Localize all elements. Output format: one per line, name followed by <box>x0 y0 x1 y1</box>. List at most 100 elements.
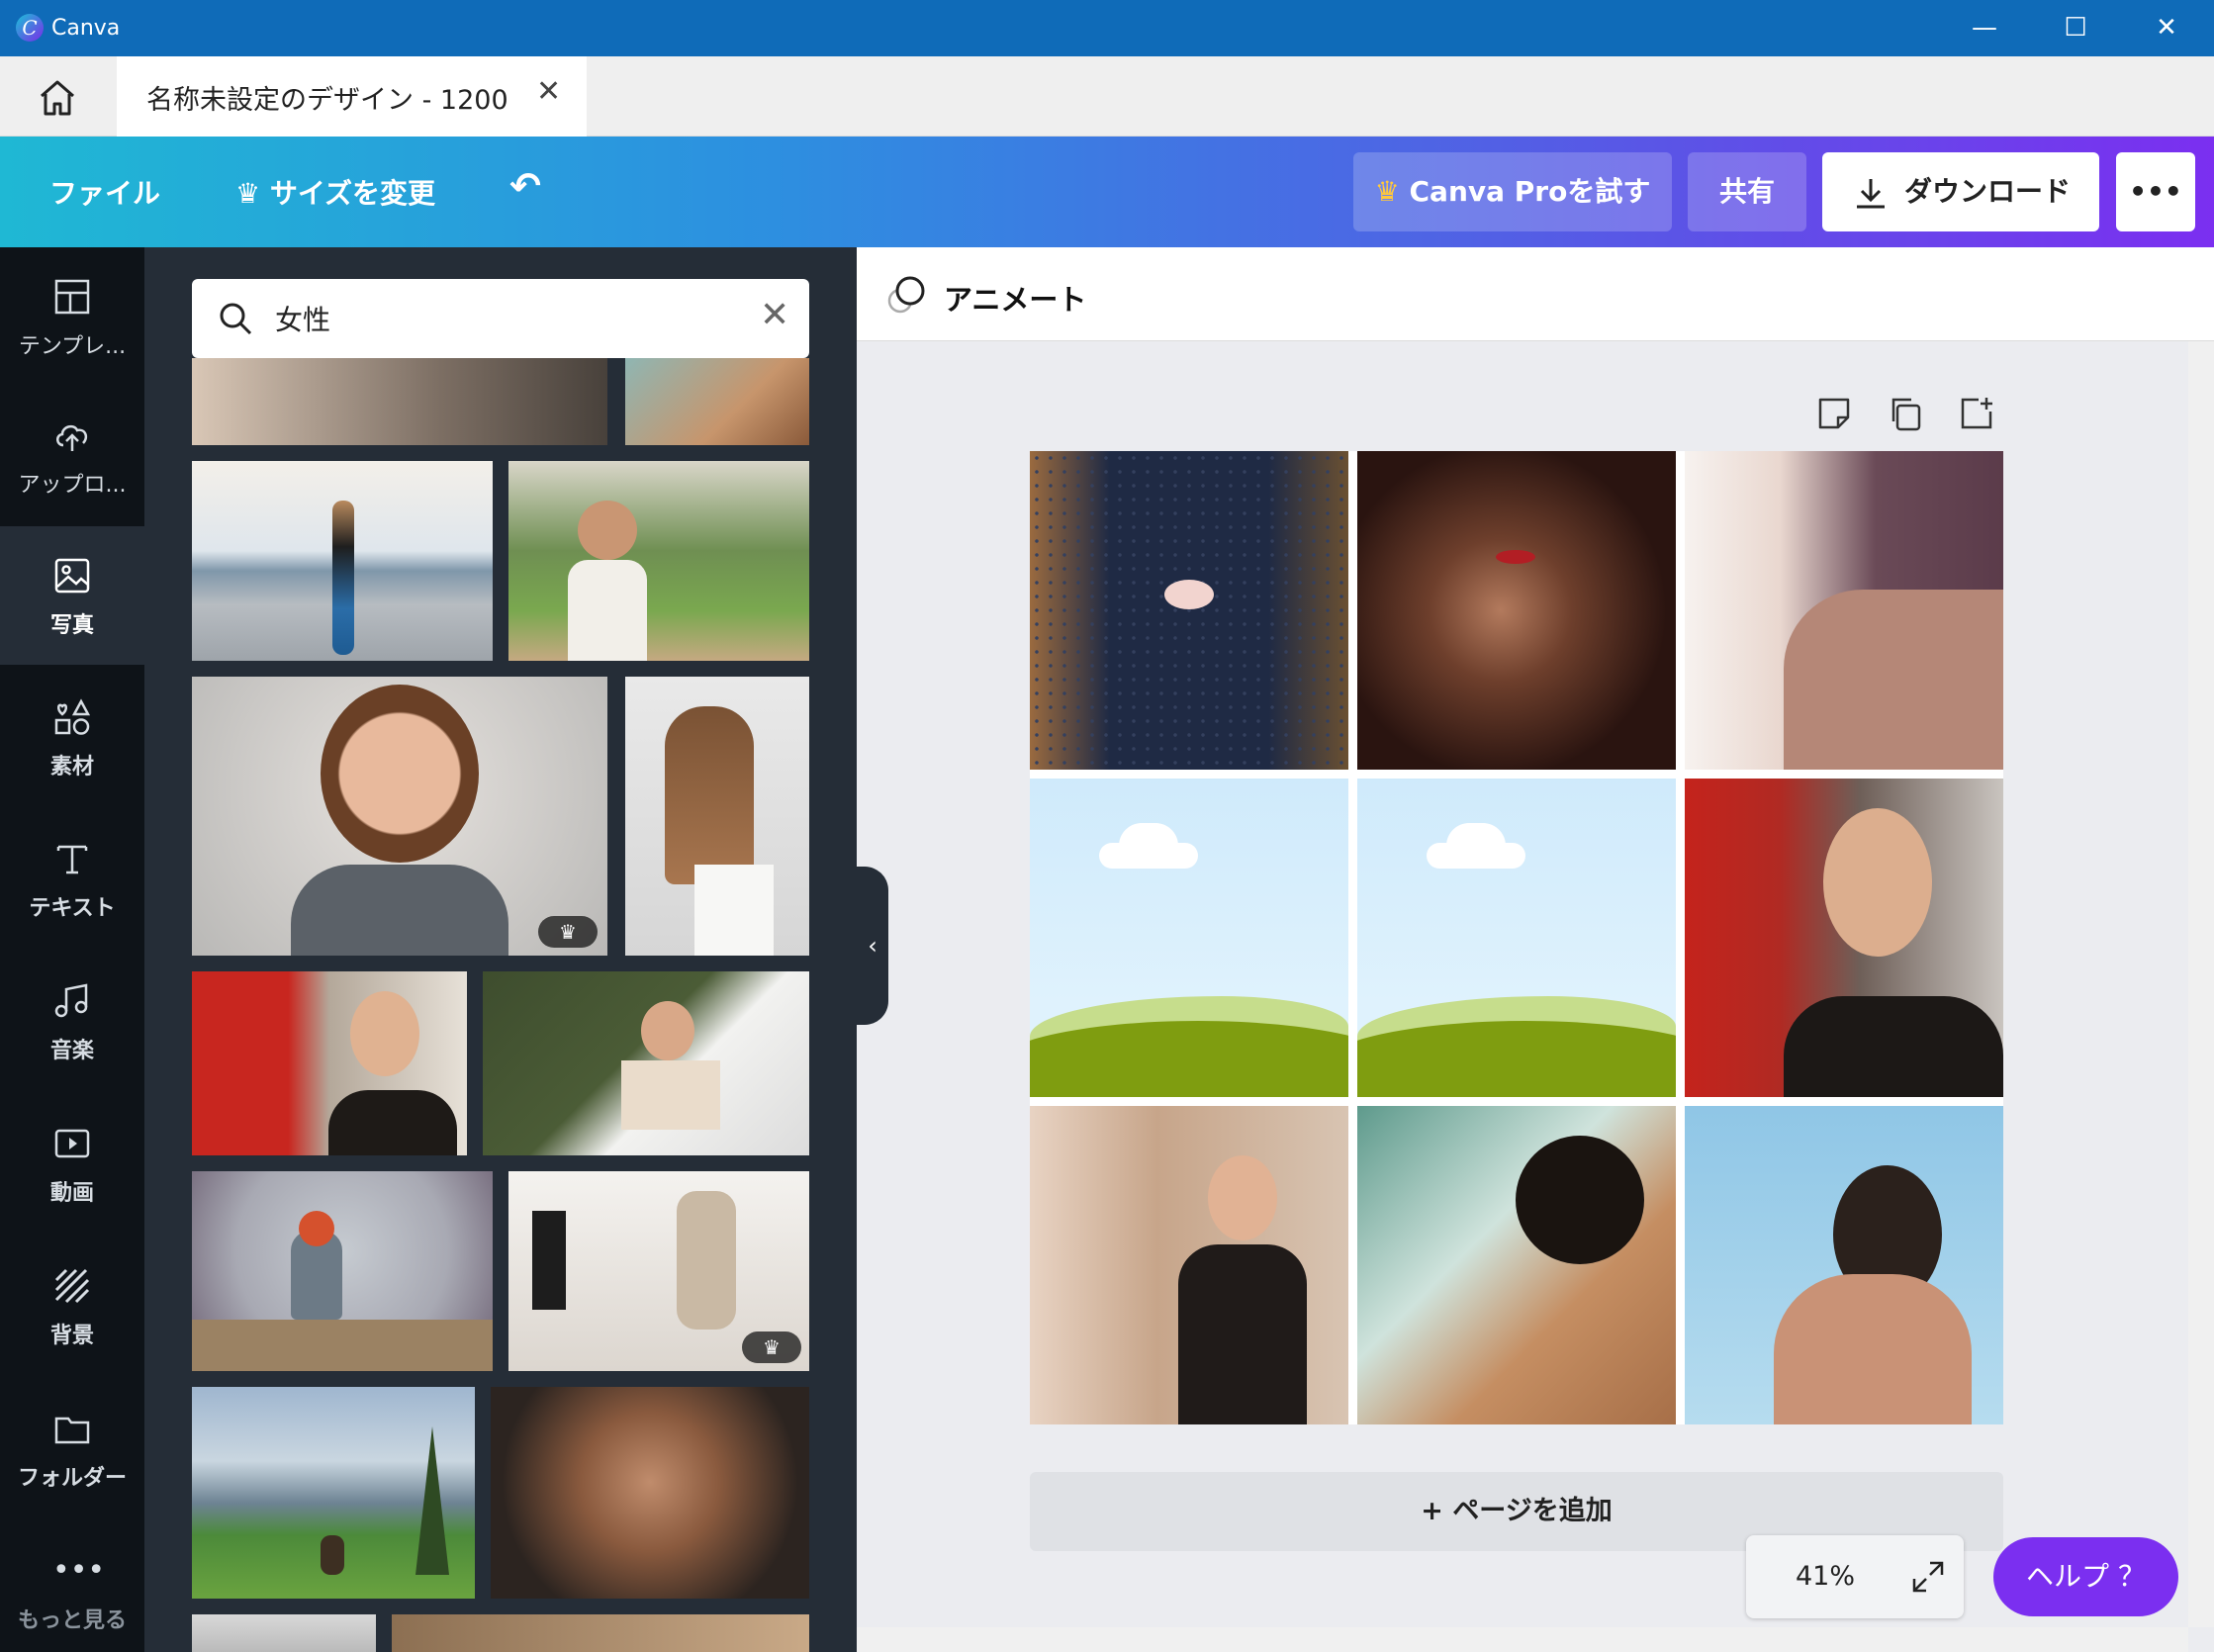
try-pro-button[interactable]: ♛ Canva Proを試す <box>1353 152 1672 231</box>
zoom-level[interactable]: 41% <box>1796 1561 1855 1592</box>
grid-photo-balcony[interactable] <box>1030 1106 1348 1424</box>
tab-design[interactable]: 名称未設定のデザイン - 1200 ✕ <box>117 56 587 137</box>
sidebar-item-label: アップロ... <box>18 473 127 498</box>
home-button[interactable] <box>22 74 93 120</box>
sidebar-item-label: 写真 <box>49 613 94 638</box>
more-dots-icon: ••• <box>52 1553 106 1588</box>
editor-toolbar: ファイル ♛ サイズを変更 ↶ ♛ Canva Proを試す 共有 ダウンロード… <box>0 137 2214 247</box>
left-rail: テンプレ... アップロ... 写真 素材 テキスト 音楽 動画 背景 フォルダ… <box>0 247 144 1652</box>
sidebar-item-background[interactable]: 背景 <box>0 1237 144 1375</box>
sidebar-item-video[interactable]: 動画 <box>0 1094 144 1233</box>
download-button[interactable]: ダウンロード <box>1822 152 2099 231</box>
try-pro-label: Canva Proを試す <box>1409 175 1651 208</box>
tab-strip: 名称未設定のデザイン - 1200 ✕ <box>0 56 2214 137</box>
page-notes-icon[interactable] <box>1814 394 1854 433</box>
design-page[interactable] <box>1030 451 2003 1424</box>
grid-photo-dress[interactable] <box>1030 451 1348 770</box>
photo-result[interactable]: ♛ <box>192 677 607 956</box>
photo-result[interactable] <box>392 1614 809 1652</box>
collapse-panel-button[interactable]: ‹ <box>857 867 888 1025</box>
crown-icon: ♛ <box>1374 175 1410 208</box>
clear-search-icon[interactable]: ✕ <box>760 295 789 335</box>
photo-result[interactable] <box>192 1614 376 1652</box>
sidebar-item-label: テンプレ... <box>18 334 127 359</box>
help-button[interactable]: ヘルプ ？ <box>1993 1537 2178 1616</box>
sidebar-item-label: 動画 <box>49 1181 94 1206</box>
grid-placeholder-landscape[interactable] <box>1357 779 1676 1097</box>
search-icon <box>220 303 252 335</box>
photo-result[interactable] <box>192 1171 493 1371</box>
undo-button[interactable]: ↶ <box>509 164 541 208</box>
app-title: Canva <box>51 16 121 41</box>
elements-icon <box>54 698 91 735</box>
text-icon <box>56 845 88 874</box>
download-label: ダウンロード <box>1903 175 2071 208</box>
file-menu[interactable]: ファイル <box>49 172 160 212</box>
photo-result[interactable] <box>192 1387 475 1599</box>
animate-bar: アニメート <box>857 247 2214 341</box>
canva-logo-icon: C <box>16 14 44 42</box>
photo-result[interactable] <box>491 1387 809 1599</box>
grid-photo-sky[interactable] <box>1685 1106 2003 1424</box>
zoom-control: 41% <box>1746 1535 1964 1618</box>
sidebar-item-label: フォルダー <box>17 1466 127 1491</box>
sidebar-item-music[interactable]: 音楽 <box>0 952 144 1090</box>
photo-result[interactable] <box>508 461 809 661</box>
photo-result[interactable] <box>192 358 607 445</box>
minimize-button[interactable]: — <box>1939 0 2030 56</box>
photo-icon <box>54 558 90 594</box>
vertical-scrollbar[interactable] <box>2188 341 2214 1627</box>
folder-icon <box>54 1417 90 1444</box>
search-input[interactable] <box>275 293 710 344</box>
photo-search-box: ✕ <box>192 279 809 358</box>
crown-icon: ♛ <box>235 177 270 210</box>
template-icon <box>54 279 90 315</box>
resize-label: サイズを変更 <box>269 177 436 210</box>
sidebar-item-label: 音楽 <box>49 1039 94 1063</box>
photo-result[interactable] <box>625 358 809 445</box>
pro-crown-badge: ♛ <box>538 916 598 948</box>
sidebar-item-text[interactable]: テキスト <box>0 809 144 948</box>
sidebar-item-label: もっと見る <box>17 1608 127 1633</box>
sidebar-item-label: 素材 <box>49 755 94 780</box>
close-window-button[interactable]: ✕ <box>2121 0 2212 56</box>
grid-photo-shoulder[interactable] <box>1685 451 2003 770</box>
sidebar-item-templates[interactable]: テンプレ... <box>0 247 144 386</box>
animate-button[interactable]: アニメート <box>944 277 1086 319</box>
pro-crown-badge: ♛ <box>742 1331 801 1363</box>
home-icon <box>41 80 74 116</box>
add-page-icon[interactable] <box>1957 394 1996 433</box>
music-note-icon <box>54 983 88 1018</box>
sidebar-item-label: テキスト <box>29 896 116 921</box>
share-button[interactable]: 共有 <box>1688 152 1806 231</box>
photo-result[interactable]: ♛ <box>508 1171 809 1371</box>
download-icon <box>1856 179 1885 209</box>
tab-title: 名称未設定のデザイン - 1200 <box>146 85 508 116</box>
sidebar-item-more[interactable]: ••• もっと見る <box>0 1521 144 1652</box>
grid-placeholder-landscape[interactable] <box>1030 779 1348 1097</box>
sidebar-item-uploads[interactable]: アップロ... <box>0 386 144 524</box>
animate-icon[interactable] <box>884 273 928 317</box>
background-pattern-icon <box>54 1268 90 1304</box>
photo-result[interactable] <box>625 677 809 956</box>
sidebar-item-label: 背景 <box>49 1324 94 1348</box>
maximize-button[interactable]: ☐ <box>2030 0 2121 56</box>
grid-photo-red-chair[interactable] <box>1685 779 2003 1097</box>
horizontal-scrollbar[interactable] <box>857 1627 2188 1652</box>
cloud-upload-icon <box>56 424 88 451</box>
resize-button[interactable]: ♛ サイズを変更 <box>235 172 435 212</box>
photo-result[interactable] <box>192 971 467 1155</box>
photo-panel: ♛ ♛ ✕ <box>144 247 857 1652</box>
sidebar-item-elements[interactable]: 素材 <box>0 668 144 806</box>
video-icon <box>54 1129 90 1158</box>
photo-result[interactable] <box>483 971 809 1155</box>
photo-result[interactable] <box>192 461 493 661</box>
duplicate-page-icon[interactable] <box>1886 394 1925 433</box>
fullscreen-icon[interactable] <box>1910 1559 1946 1595</box>
grid-photo-sunlight[interactable] <box>1357 1106 1676 1424</box>
tab-close-icon[interactable]: ✕ <box>536 74 561 109</box>
sidebar-item-photos[interactable]: 写真 <box>0 526 144 665</box>
grid-photo-portrait[interactable] <box>1357 451 1676 770</box>
more-options-button[interactable]: ••• <box>2116 152 2195 231</box>
sidebar-item-folders[interactable]: フォルダー <box>0 1379 144 1517</box>
